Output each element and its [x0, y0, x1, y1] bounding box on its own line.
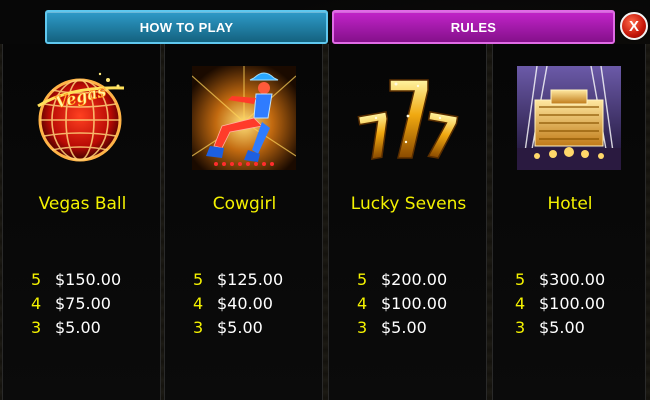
symbol-name: Lucky Sevens [350, 194, 467, 214]
vegas-ball-icon: Vegas [37, 72, 125, 162]
payout-value: $5.00 [381, 318, 427, 337]
tab-how-to-play[interactable]: HOW TO PLAY [45, 10, 328, 44]
payout-count: 4 [515, 294, 526, 313]
close-icon: X [628, 17, 639, 35]
symbol-panel-lucky-sevens: Lucky Sevens 5 $200.00 4 $100.00 3 $5.00 [328, 44, 487, 400]
tab-bar: HOW TO PLAY RULES [45, 10, 615, 44]
payout-count: 3 [193, 318, 204, 337]
payout-value: $150.00 [55, 270, 122, 289]
symbol-name: Vegas Ball [38, 194, 127, 214]
payout-count: 3 [515, 318, 526, 337]
payout-count: 5 [31, 270, 42, 289]
hotel-icon [517, 66, 621, 170]
symbol-panel-hotel: Hotel 5 $300.00 4 $100.00 3 $5.00 [492, 44, 646, 400]
payout-count: 3 [357, 318, 368, 337]
cowgirl-icon [192, 66, 296, 170]
payout-count: 5 [515, 270, 526, 289]
lucky-sevens-icon [357, 79, 459, 160]
tab-rules[interactable]: RULES [332, 10, 615, 44]
payout-count: 4 [193, 294, 204, 313]
payout-value: $125.00 [217, 270, 284, 289]
payout-count: 4 [31, 294, 42, 313]
payout-value: $5.00 [539, 318, 585, 337]
symbol-panel-cowgirl: Cowgirl 5 $125.00 4 $40.00 3 $5.00 [164, 44, 323, 400]
payout-value: $5.00 [55, 318, 101, 337]
payout-value: $5.00 [217, 318, 263, 337]
payout-value: $40.00 [217, 294, 273, 313]
payout-value: $100.00 [539, 294, 606, 313]
symbol-name: Cowgirl [212, 194, 277, 214]
paytable: Vegas Vegas Ball 5 $150.00 4 $75.00 3 $5… [0, 44, 650, 400]
payout-value: $75.00 [55, 294, 111, 313]
payout-count: 4 [357, 294, 368, 313]
panel-divider [646, 44, 650, 400]
payout-count: 5 [357, 270, 368, 289]
payout-value: $200.00 [381, 270, 448, 289]
symbol-panel-vegas-ball: Vegas Vegas Ball 5 $150.00 4 $75.00 3 $5… [2, 44, 161, 400]
payout-count: 5 [193, 270, 204, 289]
close-button[interactable]: X [620, 12, 648, 40]
payout-value: $100.00 [381, 294, 448, 313]
symbol-name: Hotel [547, 194, 593, 214]
payout-count: 3 [31, 318, 42, 337]
payout-value: $300.00 [539, 270, 606, 289]
